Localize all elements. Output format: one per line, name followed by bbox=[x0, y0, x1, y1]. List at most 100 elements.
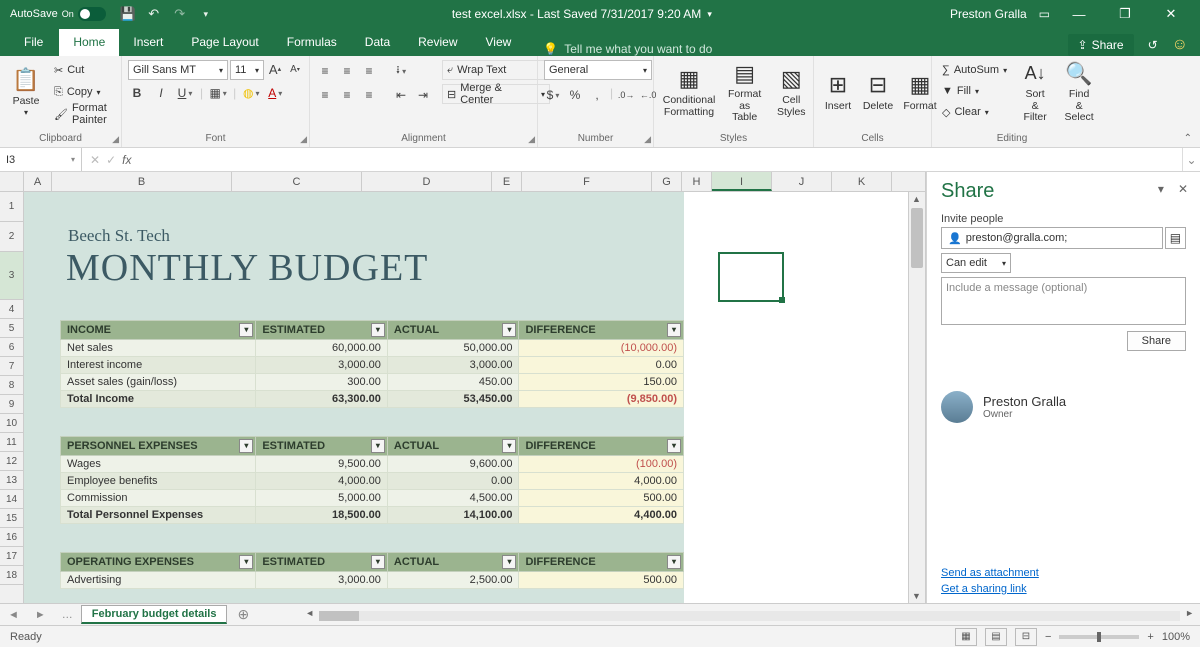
maximize-button[interactable]: ❐ bbox=[1108, 6, 1142, 22]
ribbon-display-icon[interactable]: ▭ bbox=[1039, 7, 1050, 21]
title-dropdown-icon[interactable]: ▾ bbox=[707, 9, 712, 20]
hscroll-thumb[interactable] bbox=[319, 611, 359, 621]
permission-select[interactable]: Can edit▾ bbox=[941, 253, 1011, 273]
expand-formula-bar-icon[interactable]: ⌄ bbox=[1182, 148, 1200, 171]
table-row[interactable]: Employee benefits4,000.000.004,000.00 bbox=[61, 473, 684, 490]
align-right-icon[interactable]: ≡ bbox=[360, 86, 378, 104]
grow-font-icon[interactable]: A▴ bbox=[266, 60, 284, 78]
merge-center-button[interactable]: ⊟Merge & Center▾ bbox=[442, 84, 550, 104]
save-icon[interactable]: 💾 bbox=[120, 6, 136, 22]
col-header-F[interactable]: F bbox=[522, 172, 652, 191]
redo-icon[interactable]: ↷ bbox=[172, 6, 188, 22]
filter-icon[interactable]: ▾ bbox=[502, 439, 516, 453]
toggle-icon[interactable] bbox=[78, 7, 106, 21]
table-header[interactable]: ACTUAL▾ bbox=[387, 437, 519, 456]
tab-formulas[interactable]: Formulas bbox=[273, 29, 351, 56]
cells-area[interactable]: Beech St. Tech MONTHLY BUDGET INCOME▾EST… bbox=[24, 192, 908, 603]
scroll-up-icon[interactable]: ▲ bbox=[912, 194, 921, 204]
accounting-icon[interactable]: $ bbox=[544, 86, 562, 104]
filter-icon[interactable]: ▾ bbox=[371, 555, 385, 569]
filter-icon[interactable]: ▾ bbox=[502, 555, 516, 569]
table-header[interactable]: ACTUAL▾ bbox=[387, 321, 519, 340]
history-icon[interactable]: ↺ bbox=[1148, 38, 1158, 52]
row-header-4[interactable]: 4 bbox=[0, 300, 23, 319]
wrap-text-button[interactable]: ⤶Wrap Text bbox=[442, 60, 550, 80]
fx-icon[interactable]: fx bbox=[122, 153, 131, 167]
filter-icon[interactable]: ▾ bbox=[239, 555, 253, 569]
delete-cells-button[interactable]: ⊟Delete bbox=[860, 58, 896, 126]
col-header-J[interactable]: J bbox=[772, 172, 832, 191]
insert-cells-button[interactable]: ⊞Insert bbox=[820, 58, 856, 126]
fill-handle-icon[interactable] bbox=[779, 297, 785, 303]
table-header[interactable]: ESTIMATED▾ bbox=[256, 321, 388, 340]
table-header[interactable]: DIFFERENCE▾ bbox=[519, 553, 684, 572]
filter-icon[interactable]: ▾ bbox=[371, 439, 385, 453]
feedback-icon[interactable]: ☺ bbox=[1172, 36, 1188, 54]
undo-icon[interactable]: ↶ bbox=[146, 6, 162, 22]
tell-me-search[interactable]: 💡 Tell me what you want to do bbox=[525, 42, 712, 56]
paste-button[interactable]: 📋 Paste ▾ bbox=[6, 58, 46, 126]
close-button[interactable]: ✕ bbox=[1154, 6, 1188, 22]
col-header-C[interactable]: C bbox=[232, 172, 362, 191]
table-header[interactable]: ACTUAL▾ bbox=[387, 553, 519, 572]
row-header-15[interactable]: 15 bbox=[0, 509, 23, 528]
percent-icon[interactable]: % bbox=[566, 86, 584, 104]
bold-icon[interactable]: B bbox=[128, 84, 146, 102]
filter-icon[interactable]: ▾ bbox=[667, 439, 681, 453]
clipboard-launcher-icon[interactable]: ◢ bbox=[112, 134, 119, 145]
table-row[interactable]: Net sales60,000.0050,000.00(10,000.00) bbox=[61, 340, 684, 357]
fill-button[interactable]: ▼Fill▾ bbox=[938, 81, 1011, 101]
shrink-font-icon[interactable]: A▾ bbox=[286, 60, 304, 78]
tab-nav-next-icon[interactable]: ► bbox=[27, 609, 54, 621]
send-attachment-link[interactable]: Send as attachment bbox=[941, 567, 1039, 579]
autosave-toggle[interactable]: AutoSave On bbox=[4, 7, 112, 21]
filter-icon[interactable]: ▾ bbox=[667, 555, 681, 569]
close-pane-icon[interactable]: ✕ bbox=[1178, 182, 1188, 196]
find-select-button[interactable]: 🔍Find & Select bbox=[1059, 58, 1099, 126]
filter-icon[interactable]: ▾ bbox=[502, 323, 516, 337]
font-color-icon[interactable]: A bbox=[266, 84, 284, 102]
number-format-select[interactable]: General▾ bbox=[544, 60, 652, 80]
col-header-D[interactable]: D bbox=[362, 172, 492, 191]
collapse-ribbon-icon[interactable]: ⌃ bbox=[1184, 133, 1192, 144]
zoom-level[interactable]: 100% bbox=[1162, 631, 1190, 643]
conditional-formatting-button[interactable]: ▦Conditional Formatting bbox=[660, 58, 718, 126]
filter-icon[interactable]: ▾ bbox=[667, 323, 681, 337]
normal-view-icon[interactable]: ▦ bbox=[955, 628, 977, 646]
tab-nav-prev-icon[interactable]: ◄ bbox=[0, 609, 27, 621]
row-header-18[interactable]: 18 bbox=[0, 566, 23, 585]
zoom-slider[interactable] bbox=[1059, 635, 1139, 639]
row-header-12[interactable]: 12 bbox=[0, 452, 23, 471]
col-header-E[interactable]: E bbox=[492, 172, 522, 191]
align-top-icon[interactable]: ≡ bbox=[316, 62, 334, 80]
page-break-view-icon[interactable]: ⊟ bbox=[1015, 628, 1037, 646]
user-name[interactable]: Preston Gralla bbox=[950, 7, 1027, 21]
tab-insert[interactable]: Insert bbox=[119, 29, 177, 56]
tab-file[interactable]: File bbox=[8, 29, 59, 56]
format-as-table-button[interactable]: ▤Format as Table bbox=[722, 58, 767, 126]
table-header[interactable]: ESTIMATED▾ bbox=[256, 437, 388, 456]
tab-data[interactable]: Data bbox=[351, 29, 404, 56]
scroll-right-icon[interactable]: ► bbox=[1185, 608, 1194, 618]
number-launcher-icon[interactable]: ◢ bbox=[644, 134, 651, 145]
scroll-down-icon[interactable]: ▼ bbox=[912, 591, 921, 601]
format-painter-button[interactable]: 🖌Format Painter bbox=[50, 104, 115, 124]
row-header-16[interactable]: 16 bbox=[0, 528, 23, 547]
align-center-icon[interactable]: ≡ bbox=[338, 86, 356, 104]
share-button[interactable]: ⇪ Share bbox=[1068, 34, 1134, 56]
table-row[interactable]: Commission5,000.004,500.00500.00 bbox=[61, 490, 684, 507]
col-header-I[interactable]: I bbox=[712, 172, 772, 191]
pane-options-icon[interactable]: ▾ bbox=[1158, 182, 1164, 196]
scroll-left-icon[interactable]: ◄ bbox=[305, 608, 314, 618]
table-header[interactable]: INCOME▾ bbox=[61, 321, 256, 340]
invite-people-input[interactable]: 👤preston@gralla.com; bbox=[941, 227, 1163, 249]
tab-view[interactable]: View bbox=[472, 29, 526, 56]
sort-filter-button[interactable]: A↓Sort & Filter bbox=[1015, 58, 1055, 126]
align-bottom-icon[interactable]: ≡ bbox=[360, 62, 378, 80]
cell-styles-button[interactable]: ▧Cell Styles bbox=[771, 58, 811, 126]
decrease-indent-icon[interactable]: ⇤ bbox=[392, 86, 410, 104]
filter-icon[interactable]: ▾ bbox=[371, 323, 385, 337]
orientation-icon[interactable]: ⭭ bbox=[392, 62, 410, 80]
font-name-select[interactable]: Gill Sans MT▾ bbox=[128, 60, 228, 80]
tab-nav-more[interactable]: … bbox=[54, 609, 81, 621]
